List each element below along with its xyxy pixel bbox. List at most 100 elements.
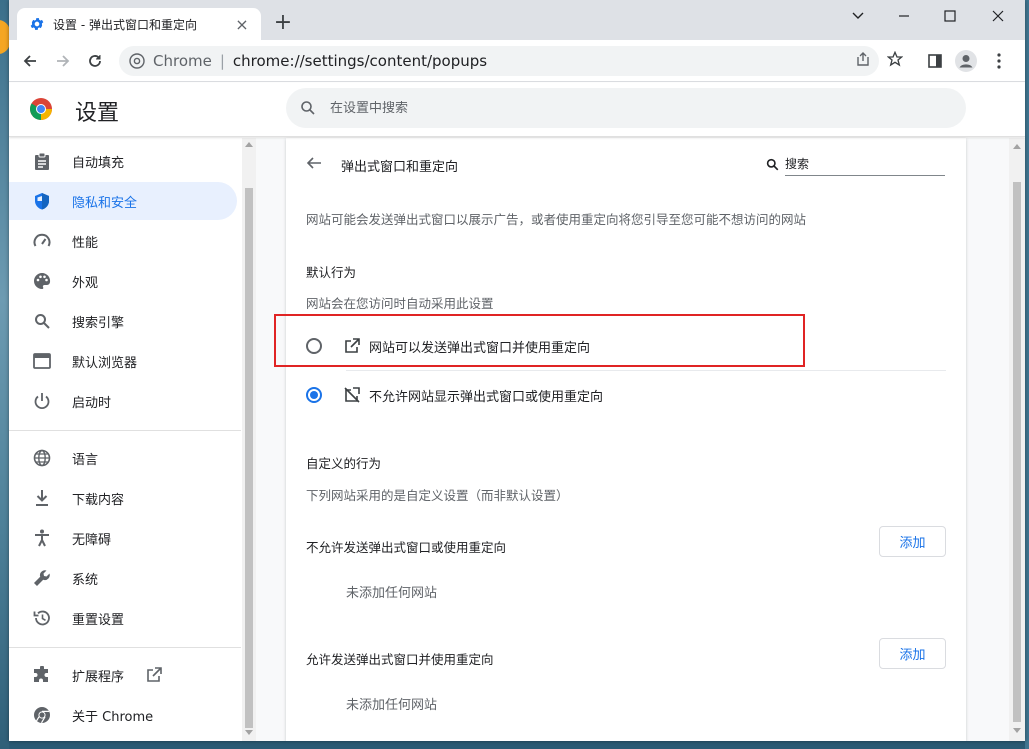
default-behavior-subtitle: 网站会在您访问时自动采用此设置 — [306, 296, 494, 311]
bookmark-star-icon[interactable] — [883, 47, 907, 71]
site-name: Chrome — [153, 52, 212, 70]
search-icon — [33, 312, 51, 330]
back-arrow-icon[interactable] — [304, 153, 324, 173]
sidebar-item-label: 搜索引擎 — [72, 315, 125, 331]
forward-button[interactable] — [49, 47, 77, 75]
browser-window-icon — [33, 352, 51, 370]
gear-icon — [30, 18, 44, 30]
clipboard-icon — [33, 152, 51, 170]
main-scrollbar[interactable] — [1009, 138, 1025, 741]
sidebar-item-label: 下载内容 — [72, 492, 125, 508]
sidebar-scroll-thumb[interactable] — [245, 188, 253, 728]
sidebar: 自动填充 隐私和安全 性能 外观 搜索引擎 默认浏览器 启动时 语言 下载内容 … — [9, 138, 241, 741]
globe-icon — [33, 449, 51, 467]
sidebar-item-search-engine[interactable]: 搜索引擎 — [9, 302, 237, 340]
sidebar-item-label: 关于 Chrome — [72, 709, 154, 725]
main-scroll-thumb[interactable] — [1013, 182, 1021, 722]
chrome-logo-icon — [30, 98, 52, 120]
wrench-icon — [33, 569, 51, 587]
sidebar-item-appearance[interactable]: 外观 — [9, 262, 237, 300]
scroll-up-arrow-icon[interactable] — [245, 142, 253, 147]
sidebar-item-autofill[interactable]: 自动填充 — [9, 142, 237, 180]
arrow-right-icon — [57, 55, 70, 67]
sidebar-item-languages[interactable]: 语言 — [9, 439, 237, 477]
sidebar-scrollbar[interactable] — [242, 138, 256, 741]
option-label: 不允许网站显示弹出式窗口或使用重定向 — [369, 389, 604, 405]
subpage-title: 弹出式窗口和重定向 — [341, 160, 459, 175]
sidebar-item-system[interactable]: 系统 — [9, 559, 237, 597]
settings-search-input[interactable] — [330, 100, 830, 116]
puzzle-icon — [33, 666, 51, 684]
sidebar-item-label: 扩展程序 — [72, 669, 125, 685]
radio-allow[interactable] — [306, 338, 322, 354]
sidebar-item-downloads[interactable]: 下载内容 — [9, 479, 237, 517]
desktop-background — [0, 0, 9, 749]
scroll-down-arrow-icon[interactable] — [1013, 728, 1021, 733]
open-in-new-icon — [147, 667, 162, 682]
page-title: 设置 — [75, 101, 120, 126]
close-window-icon[interactable] — [975, 4, 1021, 28]
new-tab-button[interactable]: + — [269, 10, 297, 38]
custom-behavior-heading: 自定义的行为 — [306, 456, 382, 471]
sidebar-item-about-chrome[interactable]: 关于 Chrome — [9, 696, 237, 734]
sidebar-item-reset[interactable]: 重置设置 — [9, 599, 237, 637]
subpage-search[interactable] — [766, 152, 946, 176]
url-text: chrome://settings/content/popups — [232, 52, 488, 70]
default-behavior-heading: 默认行为 — [306, 265, 357, 280]
chrome-site-icon — [129, 53, 145, 69]
scroll-up-arrow-icon[interactable] — [1013, 144, 1021, 149]
sidebar-item-performance[interactable]: 性能 — [9, 222, 237, 260]
minimize-icon[interactable] — [881, 4, 927, 28]
share-icon[interactable] — [851, 47, 875, 71]
add-blocked-site-button[interactable]: 添加 — [879, 526, 946, 557]
browser-window: 设置 - 弹出式窗口和重定向 × + Chrome | chrome://set… — [9, 0, 1025, 741]
chrome-icon — [33, 706, 51, 724]
sidebar-item-default-browser[interactable]: 默认浏览器 — [9, 342, 237, 380]
subpage-search-input[interactable] — [785, 152, 945, 176]
option-label: 网站可以发送弹出式窗口并使用重定向 — [369, 340, 591, 356]
url-separator: | — [219, 52, 225, 70]
sidebar-item-label: 无障碍 — [72, 532, 112, 548]
sidebar-item-label: 重置设置 — [72, 612, 125, 628]
sidebar-divider — [9, 647, 241, 648]
add-allowed-site-button[interactable]: 添加 — [879, 638, 946, 669]
accessibility-icon — [33, 529, 51, 547]
tab-title: 设置 - 弹出式窗口和重定向 — [53, 17, 197, 32]
power-icon — [33, 392, 51, 410]
sidebar-divider — [9, 430, 241, 431]
settings-search-box[interactable] — [286, 88, 966, 128]
maximize-icon[interactable] — [927, 4, 973, 28]
desktop-background-right — [1025, 0, 1029, 749]
sidebar-item-extensions[interactable]: 扩展程序 — [9, 656, 237, 694]
side-panel-icon[interactable] — [923, 49, 947, 73]
browser-toolbar: Chrome | chrome://settings/content/popup… — [9, 40, 1025, 82]
more-menu-icon[interactable] — [987, 49, 1011, 73]
settings-card: 弹出式窗口和重定向 网站可能会发送弹出式窗口以展示广告，或者使用重定向将您引导至… — [286, 138, 966, 741]
sidebar-item-label: 外观 — [72, 275, 99, 291]
sidebar-item-accessibility[interactable]: 无障碍 — [9, 519, 237, 557]
shield-icon — [33, 192, 51, 210]
scroll-down-arrow-icon[interactable] — [245, 730, 253, 735]
popup-blocked-icon — [343, 386, 361, 404]
back-button[interactable] — [16, 47, 44, 75]
sidebar-item-privacy[interactable]: 隐私和安全 — [9, 182, 237, 220]
option-block-popups[interactable]: 不允许网站显示弹出式窗口或使用重定向 — [306, 371, 946, 419]
history-icon — [33, 609, 51, 627]
radio-block[interactable] — [306, 387, 322, 403]
page-description: 网站可能会发送弹出式窗口以展示广告，或者使用重定向将您引导至您可能不想访问的网站 — [306, 212, 807, 227]
custom-behavior-subtitle: 下列网站采用的是自定义设置（而非默认设置） — [306, 488, 569, 503]
tab-search-chevron-icon[interactable] — [835, 4, 881, 28]
reload-button[interactable] — [81, 47, 109, 75]
search-icon — [301, 101, 315, 115]
tab-close-icon[interactable]: × — [233, 15, 251, 34]
option-allow-popups[interactable]: 网站可以发送弹出式窗口并使用重定向 — [306, 322, 946, 370]
address-bar[interactable]: Chrome | chrome://settings/content/popup… — [119, 46, 879, 76]
block-list-empty: 未添加任何网站 — [346, 586, 438, 601]
sidebar-item-on-startup[interactable]: 启动时 — [9, 382, 237, 420]
tab-settings[interactable]: 设置 - 弹出式窗口和重定向 × — [17, 8, 261, 40]
search-icon — [766, 158, 779, 170]
allow-list-title: 允许发送弹出式窗口并使用重定向 — [306, 652, 494, 667]
sidebar-item-label: 语言 — [72, 452, 99, 468]
profile-avatar[interactable] — [954, 49, 978, 73]
settings-header: 设置 — [9, 83, 1025, 137]
